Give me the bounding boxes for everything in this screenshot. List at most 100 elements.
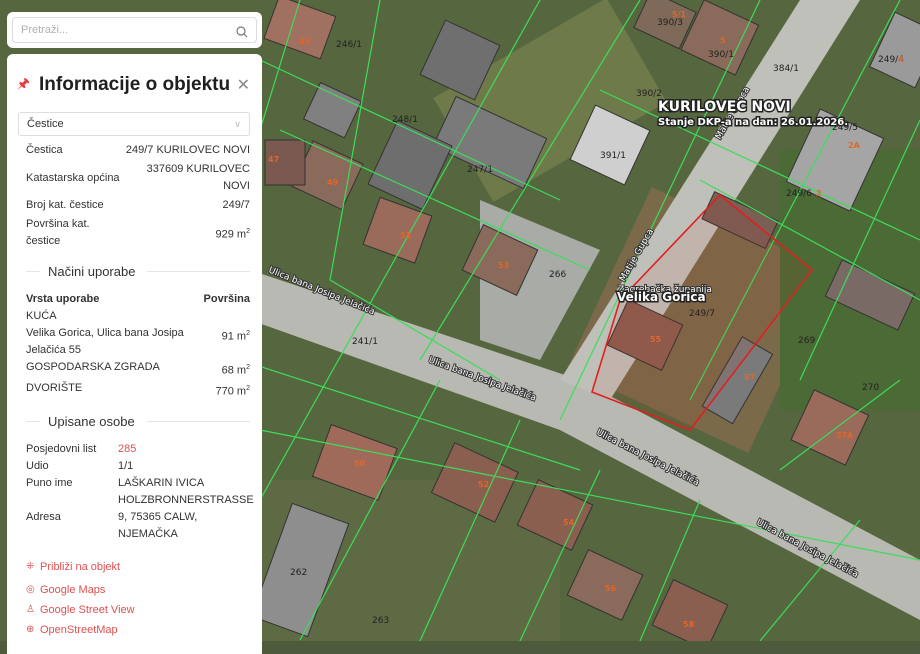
usage-area: 91 m bbox=[221, 330, 247, 343]
usage-row: GOSPODARSKA ZGRADA 68 m2 bbox=[26, 359, 250, 380]
person-label: Puno ime bbox=[26, 477, 73, 490]
svg-text:2A: 2A bbox=[848, 141, 861, 150]
field-label: Broj kat. čestice bbox=[26, 199, 104, 211]
link-label: Približi na objekt bbox=[40, 561, 121, 574]
superscript: 2 bbox=[246, 384, 250, 392]
search-map-icon: ⊕ bbox=[26, 624, 35, 636]
svg-text:Stanje DKP-a na dan: 26.01.202: Stanje DKP-a na dan: 26.01.2026. bbox=[658, 117, 848, 128]
field-label: Površina kat. čestice bbox=[26, 218, 90, 247]
person-label: Adresa bbox=[26, 511, 61, 524]
svg-text:390/3: 390/3 bbox=[657, 18, 683, 28]
svg-text:58: 58 bbox=[683, 620, 695, 629]
svg-text:KURILOVEC NOVI: KURILOVEC NOVI bbox=[658, 99, 791, 115]
usage-area: 770 m bbox=[215, 385, 247, 398]
usage-row: Velika Gorica, Ulica bana Josipa Jelačić… bbox=[26, 325, 250, 359]
search-box bbox=[7, 12, 262, 48]
svg-text:57: 57 bbox=[744, 373, 755, 382]
google-street-view-link[interactable]: ♙ Google Street View bbox=[26, 600, 250, 620]
svg-text:266: 266 bbox=[549, 270, 566, 280]
svg-text:241/1: 241/1 bbox=[352, 337, 378, 347]
svg-text:57A: 57A bbox=[836, 431, 854, 440]
panel-title: Informacije o objektu bbox=[39, 74, 231, 95]
field-label: Katastarska općina bbox=[26, 171, 120, 184]
person-label: Posjedovni list bbox=[26, 443, 97, 456]
link-label: Google Maps bbox=[40, 584, 106, 597]
link-label: OpenStreetMap bbox=[40, 624, 118, 637]
svg-text:49: 49 bbox=[327, 178, 339, 187]
person-value: HOLZBRONNERSTRASSE 9, 75365 CALW, NJEMAČ… bbox=[118, 494, 254, 541]
field-label: Čestica bbox=[26, 144, 63, 156]
usage-row: KUĆA bbox=[26, 308, 250, 325]
svg-text:45: 45 bbox=[299, 37, 311, 46]
person-value: LAŠKARIN IVICA bbox=[118, 477, 205, 490]
svg-text:262: 262 bbox=[290, 568, 307, 578]
svg-text:248/1: 248/1 bbox=[392, 115, 418, 125]
usage-area: 68 m bbox=[221, 364, 247, 377]
search-icon[interactable] bbox=[236, 26, 248, 38]
svg-text:2: 2 bbox=[816, 189, 822, 198]
svg-text:269: 269 bbox=[798, 336, 815, 346]
svg-text:390/1: 390/1 bbox=[708, 50, 734, 60]
svg-text:47: 47 bbox=[268, 155, 279, 164]
person-value: 1/1 bbox=[118, 460, 134, 473]
usage-type: Velika Gorica, Ulica bana Josipa Jelačić… bbox=[26, 327, 184, 356]
field-row: Površina kat. čestice 929 m2 bbox=[26, 216, 250, 250]
field-value: 337609 KURILOVEC NOVI bbox=[146, 163, 250, 192]
svg-text:270: 270 bbox=[862, 383, 879, 393]
close-icon[interactable]: ✕ bbox=[237, 75, 250, 95]
object-info-panel: 🖈︎ Informacije o objektu ✕ Čestice ∨ Čest… bbox=[7, 54, 262, 654]
field-value: 249/7 bbox=[222, 199, 250, 211]
pin-icon[interactable]: 🖈︎ bbox=[17, 73, 39, 97]
search-input[interactable] bbox=[12, 17, 257, 43]
svg-text:53: 53 bbox=[498, 261, 509, 270]
svg-text:263: 263 bbox=[372, 616, 389, 626]
svg-text:5: 5 bbox=[720, 36, 726, 45]
svg-text:390/2: 390/2 bbox=[636, 89, 662, 99]
map-pin-icon: ◎ bbox=[26, 584, 35, 596]
svg-text:247/1: 247/1 bbox=[467, 165, 493, 175]
person-row: Posjedovni list 285 bbox=[26, 441, 250, 458]
field-row: Broj kat. čestice 249/7 bbox=[26, 197, 250, 214]
svg-text:246/1: 246/1 bbox=[336, 40, 362, 50]
field-row: Čestica 249/7 KURILOVEC NOVI bbox=[26, 142, 250, 159]
superscript: 2 bbox=[246, 330, 250, 337]
field-value: 249/7 KURILOVEC NOVI bbox=[125, 144, 250, 156]
google-maps-link[interactable]: ◎ Google Maps bbox=[26, 580, 250, 600]
svg-text:249/7: 249/7 bbox=[689, 309, 715, 319]
usage-header-type: Vrsta uporabe bbox=[26, 293, 100, 305]
svg-text:249/6: 249/6 bbox=[786, 189, 812, 199]
svg-text:51: 51 bbox=[400, 231, 412, 240]
svg-text:52: 52 bbox=[478, 480, 489, 489]
section-usage: Načini uporabe bbox=[26, 264, 250, 279]
usage-type: GOSPODARSKA ZGRADA bbox=[26, 361, 160, 373]
svg-text:50: 50 bbox=[354, 459, 366, 468]
possession-sheet-link[interactable]: 285 bbox=[118, 441, 136, 458]
svg-text:54: 54 bbox=[563, 518, 575, 527]
person-label: Udio bbox=[26, 460, 49, 473]
link-label: Google Street View bbox=[40, 604, 135, 617]
field-value: 929 m bbox=[215, 228, 247, 241]
person-row: Adresa HOLZBRONNERSTRASSE 9, 75365 CALW, … bbox=[26, 492, 254, 543]
svg-text:384/1: 384/1 bbox=[773, 64, 799, 74]
zoom-to-icon: ⁜ bbox=[26, 561, 35, 573]
street-view-icon: ♙ bbox=[26, 604, 35, 616]
superscript: 2 bbox=[246, 364, 250, 371]
superscript: 2 bbox=[246, 227, 250, 235]
svg-text:55: 55 bbox=[650, 335, 662, 344]
zoom-to-object-link[interactable]: ⁜ Približi na objekt bbox=[26, 557, 250, 577]
svg-text:5/1: 5/1 bbox=[672, 10, 686, 19]
usage-type: DVORIŠTE bbox=[26, 381, 83, 394]
svg-text:391/1: 391/1 bbox=[600, 151, 626, 161]
openstreetmap-link[interactable]: ⊕ OpenStreetMap bbox=[26, 620, 250, 640]
layer-select[interactable]: Čestice ∨ bbox=[18, 112, 250, 136]
usage-row: DVORIŠTE 770 m2 bbox=[26, 380, 250, 401]
svg-text:Velika Gorica: Velika Gorica bbox=[617, 290, 706, 304]
svg-text:4: 4 bbox=[898, 55, 904, 64]
chevron-down-icon: ∨ bbox=[234, 118, 241, 129]
person-row: Puno ime LAŠKARIN IVICA bbox=[26, 475, 250, 492]
section-persons: Upisane osobe bbox=[26, 414, 250, 429]
usage-header-area: Površina bbox=[203, 293, 250, 305]
layer-select-value: Čestice bbox=[27, 118, 64, 130]
svg-text:56: 56 bbox=[605, 584, 617, 593]
field-row: Katastarska općina 337609 KURILOVEC NOVI bbox=[26, 161, 250, 195]
